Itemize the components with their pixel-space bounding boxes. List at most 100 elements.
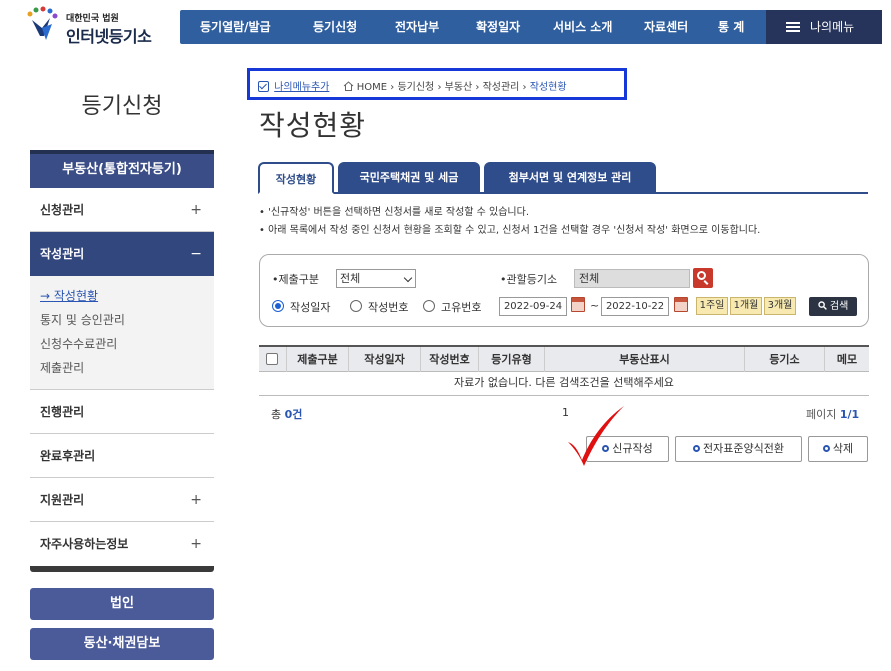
total-value: 0건: [284, 408, 303, 421]
period-1month-button[interactable]: 1개월: [730, 297, 762, 315]
sidebar-item-label: 신청관리: [40, 203, 85, 217]
date-range-separator: ~: [590, 299, 600, 312]
sidebar-subitem-notice[interactable]: 통지 및 승인관리: [40, 308, 214, 332]
red-checkmark-icon: [568, 406, 624, 466]
sidebar-item-write-manage[interactable]: 작성관리 −: [30, 232, 214, 276]
select-all-checkbox[interactable]: [266, 353, 278, 365]
page-info-value: 1/1: [839, 408, 860, 421]
nav-item-apply[interactable]: 등기신청: [313, 10, 357, 44]
tab-attachments[interactable]: 첨부서면 및 연계정보 관리: [484, 162, 656, 194]
sidebar-item-support[interactable]: 지원관리 +: [30, 478, 214, 522]
period-3month-button[interactable]: 3개월: [764, 297, 796, 315]
nav-item-statistics[interactable]: 통 계: [718, 10, 744, 44]
sidebar: 부동산(통합전자등기) 신청관리 + 작성관리 − → 작성현황 통지 및 승인…: [30, 150, 214, 572]
radio-write-number[interactable]: [350, 300, 362, 312]
submit-type-label: •제출구분: [272, 273, 319, 286]
submit-type-select[interactable]: 전체: [336, 269, 416, 288]
my-menu-button[interactable]: 나의메뉴: [766, 10, 882, 44]
sidebar-subitem-fee[interactable]: 신청수수료관리: [40, 332, 214, 356]
sidebar-item-label: 자주사용하는정보: [40, 537, 129, 551]
column-header[interactable]: 부동산표시: [545, 347, 745, 372]
arrow-right-icon: →: [40, 289, 51, 303]
convert-standard-form-button[interactable]: 전자표준양식전환: [675, 436, 802, 462]
bullet-icon: [693, 445, 701, 452]
radio-unique-number-label: 고유번호: [441, 301, 482, 314]
column-header[interactable]: 작성번호: [421, 347, 479, 372]
search-button[interactable]: 검색: [809, 297, 857, 316]
select-all-cell: [259, 347, 287, 372]
chevron-down-icon: [403, 273, 413, 283]
sidebar-item-frequent-info[interactable]: 자주사용하는정보 +: [30, 522, 214, 566]
radio-write-date[interactable]: [272, 300, 284, 312]
breadcrumb-current: 작성현황: [529, 82, 567, 93]
sidebar-subitem-status[interactable]: → 작성현황: [40, 284, 214, 308]
main-nav: 등기열람/발급 등기신청 전자납부 확정일자 서비스 소개 자료센터 통 계 나…: [180, 10, 882, 44]
bullet-icon: [822, 445, 830, 452]
radio-unique-number[interactable]: [423, 300, 435, 312]
column-header[interactable]: 메모: [825, 347, 869, 372]
notice-line-2: • 아래 목록에서 작성 중인 신청서 현황을 조회할 수 있고, 신청서 1건…: [259, 225, 761, 236]
column-header[interactable]: 제출구분: [287, 347, 349, 372]
calendar-icon[interactable]: [571, 297, 585, 312]
table-empty-row: 자료가 없습니다. 다른 검색조건을 선택해주세요: [259, 372, 869, 396]
nav-item-fixed-date[interactable]: 확정일자: [476, 10, 520, 44]
search-icon: [697, 271, 706, 280]
my-menu-label: 나의메뉴: [810, 20, 855, 34]
period-1week-button[interactable]: 1주일: [696, 297, 728, 315]
expand-icon: +: [190, 536, 202, 552]
nav-item-view-issue[interactable]: 등기열람/발급: [200, 10, 271, 44]
sidebar-section-title[interactable]: 부동산(통합전자등기): [30, 150, 214, 188]
nav-item-payment[interactable]: 전자납부: [395, 10, 439, 44]
sidebar-item-label: 지원관리: [40, 493, 85, 507]
sidebar-item-after-complete[interactable]: 완료후관리: [30, 434, 214, 478]
sidebar-item-progress[interactable]: 진행관리: [30, 390, 214, 434]
expand-icon: +: [190, 202, 202, 218]
court-emblem-icon: [27, 6, 58, 40]
expand-icon: +: [190, 492, 202, 508]
date-from-input[interactable]: 2022-09-24: [499, 297, 567, 316]
convert-label: 전자표준양식전환: [703, 442, 784, 455]
nav-item-service[interactable]: 서비스 소개: [553, 10, 612, 44]
page-info: 페이지 1/1: [806, 406, 859, 422]
office-label: •관할등기소: [500, 273, 558, 286]
sidebar-item-label: 작성관리: [40, 247, 85, 261]
checkbox-icon: [258, 81, 269, 92]
tab-bar: 작성현황 국민주택채권 및 세금 첨부서면 및 연계정보 관리: [258, 162, 868, 194]
total-count: 총 0건: [271, 406, 302, 422]
delete-label: 삭제: [832, 442, 854, 455]
total-prefix: 총: [271, 408, 285, 421]
column-header[interactable]: 등기소: [745, 347, 825, 372]
site-logo[interactable]: 대한민국 법원 인터넷등기소: [22, 6, 172, 46]
sidebar-subitem-submit[interactable]: 제출관리: [40, 356, 214, 380]
movable-collateral-button[interactable]: 동산·채권담보: [30, 628, 214, 660]
sidebar-item-label: 완료후관리: [40, 449, 96, 463]
nav-item-resources[interactable]: 자료센터: [644, 10, 688, 44]
sidebar-divider: [30, 566, 214, 572]
sidebar-item-apply-manage[interactable]: 신청관리 +: [30, 188, 214, 232]
sidebar-title: 등기신청: [81, 94, 163, 119]
logo-title: 인터넷등기소: [66, 27, 152, 46]
add-my-menu-link[interactable]: 나의메뉴추가: [274, 82, 329, 93]
delete-button[interactable]: 삭제: [808, 436, 868, 462]
column-header[interactable]: 작성일자: [349, 347, 421, 372]
breadcrumb-path[interactable]: HOME › 등기신청 › 부동산 › 작성관리 ›: [357, 82, 530, 93]
tab-bonds-tax[interactable]: 국민주택채권 및 세금: [338, 162, 480, 194]
breadcrumb: 나의메뉴추가 HOME › 등기신청 › 부동산 › 작성관리 › 작성현황: [247, 68, 627, 100]
tab-status[interactable]: 작성현황: [258, 162, 334, 194]
date-to-input[interactable]: 2022-10-22: [601, 297, 669, 316]
corporation-button[interactable]: 법인: [30, 588, 214, 620]
page-info-label: 페이지: [806, 408, 840, 421]
office-input[interactable]: 전체: [574, 269, 690, 288]
column-header[interactable]: 등기유형: [479, 347, 545, 372]
radio-write-number-label: 작성번호: [368, 301, 409, 314]
notice-line-1: • '신규작성' 버튼을 선택하면 신청서를 새로 작성할 수 있습니다.: [259, 207, 530, 218]
header: 대한민국 법원 인터넷등기소 등기열람/발급 등기신청 전자납부 확정일자 서비…: [0, 0, 891, 48]
calendar-icon[interactable]: [674, 297, 688, 312]
sidebar-sublist: → 작성현황 통지 및 승인관리 신청수수료관리 제출관리: [30, 276, 214, 390]
home-icon: [343, 81, 353, 91]
table-header: 제출구분 작성일자 작성번호 등기유형 부동산표시 등기소 메모: [259, 345, 869, 372]
office-search-button[interactable]: [693, 268, 713, 288]
radio-write-date-label: 작성일자: [290, 301, 331, 314]
search-icon: [818, 301, 827, 310]
page-title: 작성현황: [259, 109, 367, 142]
